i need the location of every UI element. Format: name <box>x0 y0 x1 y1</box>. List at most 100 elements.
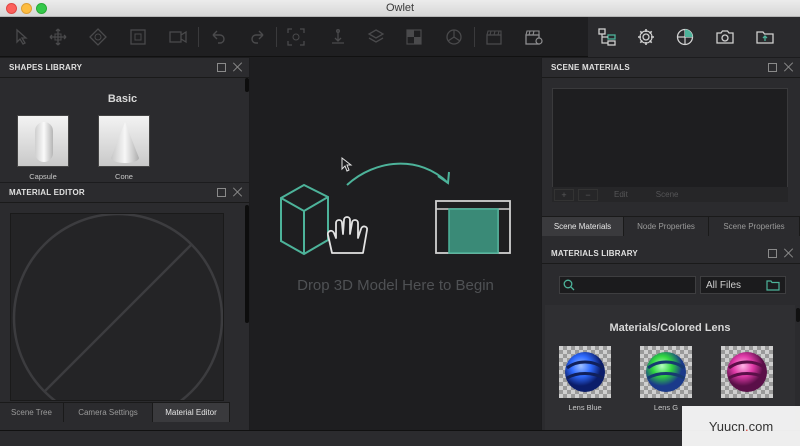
rotate-tool-button[interactable] <box>86 25 110 49</box>
scene-materials-list[interactable] <box>552 88 788 202</box>
right-panel-tabs: Scene Materials Node Properties Scene Pr… <box>542 216 800 236</box>
anchor-icon <box>332 29 344 44</box>
cube-icon <box>280 183 329 256</box>
watermark-text: Yuucn.com <box>708 418 774 434</box>
site-watermark: Yuucn.com <box>682 406 800 446</box>
scene-tree-toggle-button[interactable] <box>595 25 619 49</box>
no-material-icon <box>12 214 223 400</box>
tab-material-editor[interactable]: Material Editor <box>153 402 230 422</box>
materials-library-header: MATERIALS LIBRARY <box>542 244 800 264</box>
maximize-panel-icon[interactable] <box>217 62 226 72</box>
layers-icon <box>367 29 385 43</box>
window-titlebar: Owlet <box>0 0 800 17</box>
rotate-icon <box>89 28 107 46</box>
tab-scene-properties[interactable]: Scene Properties <box>709 216 800 236</box>
undo-icon <box>212 30 225 44</box>
checkerboard-icon <box>406 29 422 45</box>
tab-scene-tree[interactable]: Scene Tree <box>0 402 64 422</box>
hexagon-icon <box>446 29 462 45</box>
shape-label: Capsule <box>29 172 57 181</box>
arrow-icon <box>346 162 449 186</box>
capsule-shape-item[interactable] <box>17 115 69 167</box>
move-icon <box>49 28 67 46</box>
materials-search-input[interactable] <box>559 276 696 294</box>
materials-scrollbar[interactable] <box>796 308 800 322</box>
panel-title: SCENE MATERIALS <box>551 63 630 72</box>
lens-blue-material-item[interactable] <box>559 346 611 398</box>
maximize-panel-icon[interactable] <box>768 248 777 258</box>
gear-icon <box>638 29 654 45</box>
tab-scene-materials[interactable]: Scene Materials <box>542 216 624 236</box>
panel-title: MATERIALS LIBRARY <box>551 249 638 258</box>
scene-viewport[interactable]: Drop 3D Model Here to Begin <box>250 57 541 430</box>
shapes-library-header: SHAPES LIBRARY <box>0 58 249 78</box>
shapes-scrollbar[interactable] <box>245 78 249 92</box>
snapshot-button[interactable] <box>713 25 737 49</box>
toolbar-separator <box>474 27 475 47</box>
capsule-icon <box>35 122 53 162</box>
folder-export-icon <box>756 31 774 44</box>
remove-material-button[interactable]: − <box>578 188 598 201</box>
search-icon <box>563 279 575 291</box>
main-toolbar <box>0 17 800 57</box>
maximize-panel-icon[interactable] <box>768 62 777 72</box>
redo-icon <box>251 30 264 44</box>
material-label: Lens Blue <box>568 403 602 412</box>
file-filter-select[interactable]: All Files <box>700 276 786 294</box>
tab-node-properties[interactable]: Node Properties <box>624 216 709 236</box>
frame-icon <box>287 28 305 46</box>
clapperboard-gear-icon <box>525 30 543 45</box>
render-video-button[interactable] <box>522 25 546 49</box>
globe-icon <box>676 28 694 46</box>
maximize-panel-icon[interactable] <box>217 187 226 197</box>
lens-pink-material-item[interactable] <box>721 346 773 398</box>
panel-title: MATERIAL EDITOR <box>9 188 85 197</box>
lens-pink-sphere-icon <box>721 346 773 398</box>
drop-model-illustration <box>280 156 511 256</box>
frame-selection-button[interactable] <box>284 25 308 49</box>
hierarchy-icon <box>598 28 616 46</box>
layers-button[interactable] <box>364 25 388 49</box>
environment-button[interactable] <box>673 25 697 49</box>
close-panel-icon[interactable] <box>233 187 243 197</box>
checker-button[interactable] <box>402 25 426 49</box>
file-filter-value: All Files <box>706 280 742 291</box>
panel-title: SHAPES LIBRARY <box>9 63 83 72</box>
undo-button[interactable] <box>206 25 230 49</box>
lens-green-sphere-icon <box>640 346 692 398</box>
shapes-section-title: Basic <box>107 93 138 105</box>
camera-tool-button[interactable] <box>166 25 190 49</box>
select-tool-button[interactable] <box>8 25 32 49</box>
left-panel-tabs: Scene Tree Camera Settings Material Edit… <box>0 402 230 422</box>
tab-camera-settings[interactable]: Camera Settings <box>64 402 153 422</box>
close-panel-icon[interactable] <box>233 62 243 72</box>
material-editor-scrollbar[interactable] <box>245 205 249 323</box>
scene-material-button[interactable]: Scene <box>644 190 691 199</box>
close-panel-icon[interactable] <box>784 248 794 258</box>
status-bar <box>0 430 800 446</box>
drop-to-floor-button[interactable] <box>326 25 350 49</box>
cone-shape-item[interactable] <box>98 115 150 167</box>
camera-icon <box>716 30 734 44</box>
folder-icon <box>766 280 780 291</box>
physics-button[interactable] <box>442 25 466 49</box>
lens-green-material-item[interactable] <box>640 346 692 398</box>
export-button[interactable] <box>753 25 777 49</box>
animation-button[interactable] <box>482 25 506 49</box>
mouse-pointer-icon <box>341 156 353 172</box>
shapes-library-panel: SHAPES LIBRARY Basic Capsule Cone <box>0 58 249 182</box>
scene-materials-footer: + − Edit Scene <box>552 187 788 202</box>
window-title: Owlet <box>385 2 415 14</box>
move-tool-button[interactable] <box>46 25 70 49</box>
close-panel-icon[interactable] <box>784 62 794 72</box>
video-camera-icon <box>169 30 187 44</box>
settings-button[interactable] <box>634 25 658 49</box>
scale-icon <box>130 29 146 45</box>
cone-icon <box>111 122 139 163</box>
owlet-app: Owlet SHAPES LIBRARY Basic Capsule Cone … <box>0 0 800 446</box>
add-material-button[interactable]: + <box>554 188 574 201</box>
redo-button[interactable] <box>246 25 270 49</box>
edit-material-button[interactable]: Edit <box>602 190 640 199</box>
scale-tool-button[interactable] <box>126 25 150 49</box>
shape-label: Cone <box>115 172 133 181</box>
